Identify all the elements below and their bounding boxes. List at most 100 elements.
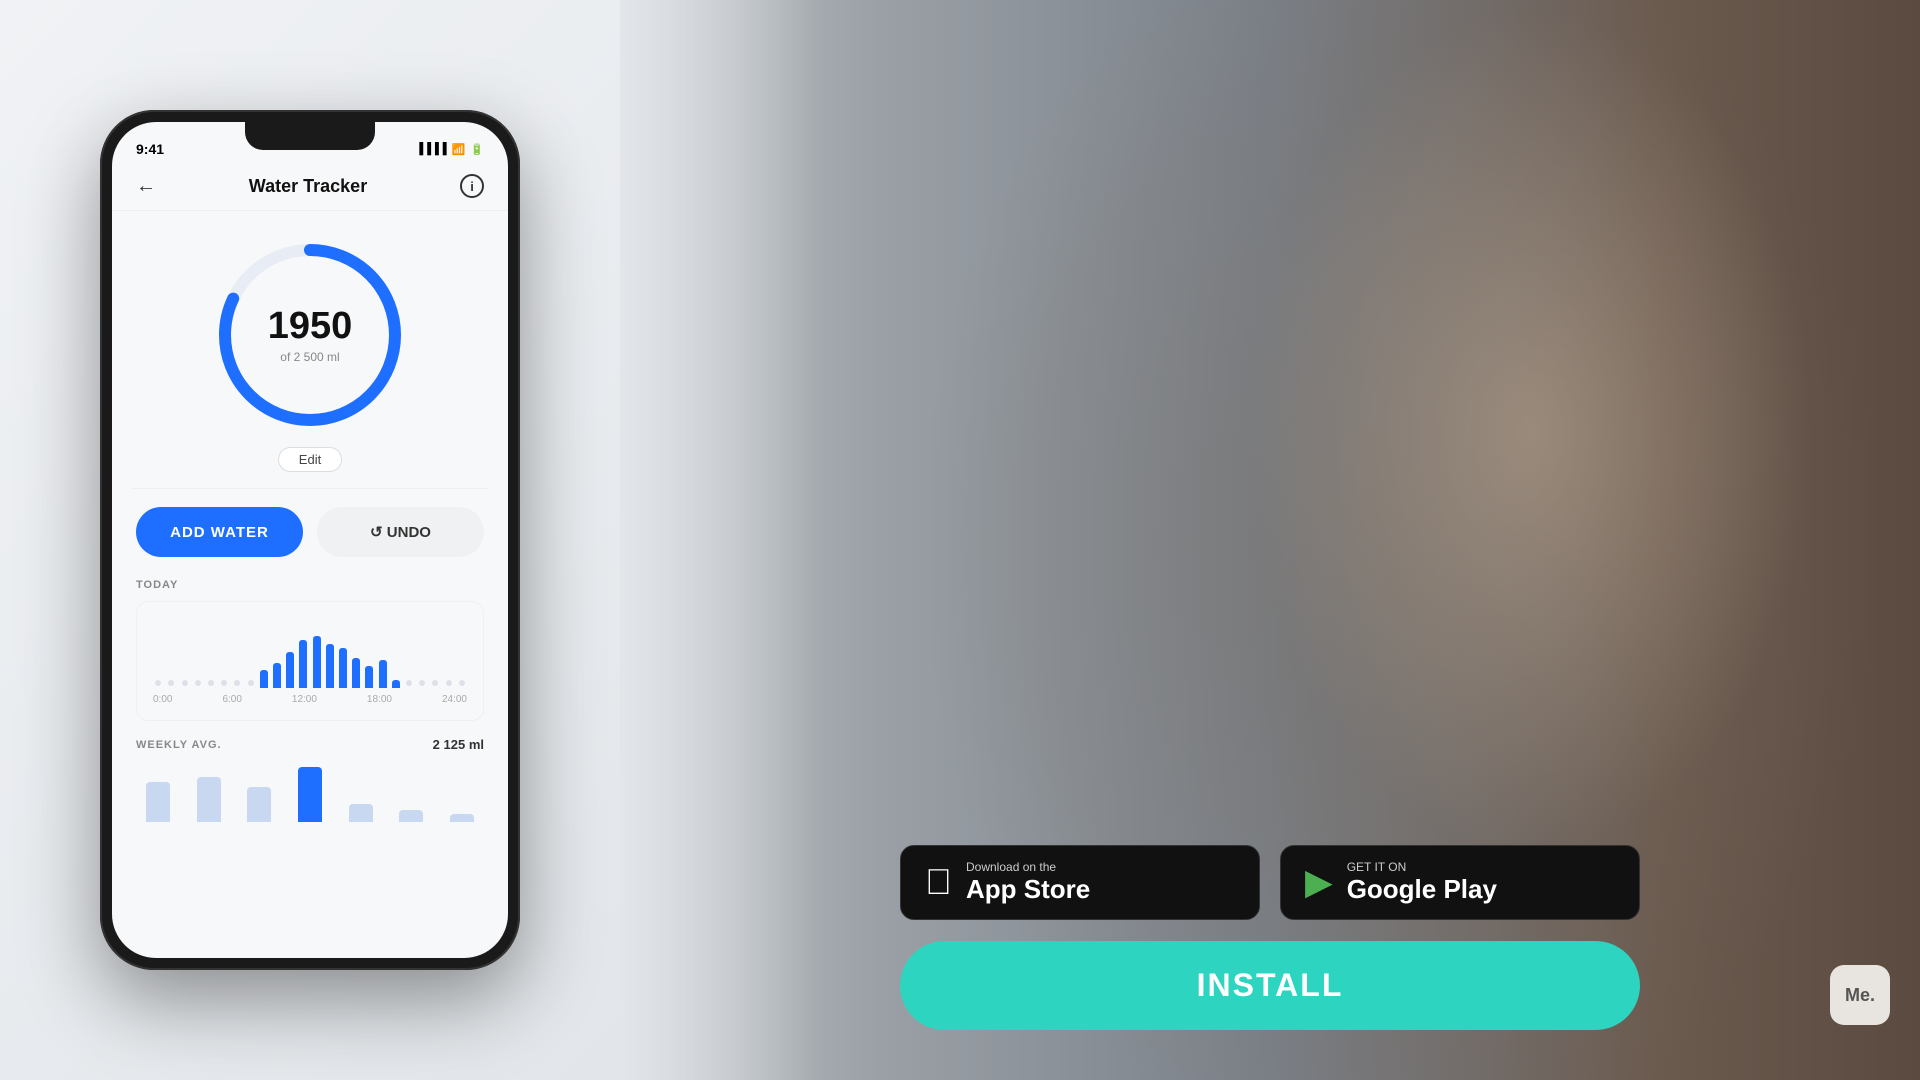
phone-frame: 9:41 ▐▐▐▐ 📶 🔋 ← Water Tracker i — [100, 110, 520, 970]
google-play-sub: GET IT ON — [1347, 860, 1497, 874]
bar-empty — [459, 680, 465, 686]
weekly-bar-slot — [439, 762, 484, 822]
status-time: 9:41 — [136, 141, 164, 157]
app-store-sub: Download on the — [966, 860, 1090, 874]
left-panel: 9:41 ▐▐▐▐ 📶 🔋 ← Water Tracker i — [0, 0, 620, 1080]
bar-empty — [208, 680, 214, 686]
google-play-button[interactable]: ▶ GET IT ON Google Play — [1280, 845, 1640, 920]
battery-icon: 🔋 — [470, 143, 484, 156]
app-store-button[interactable]:  Download on the App Store — [900, 845, 1260, 920]
chart-label-18: 18:00 — [367, 694, 392, 705]
bar-empty — [182, 680, 188, 686]
today-chart: 0:00 6:00 12:00 18:00 24:00 — [136, 601, 484, 721]
edit-button[interactable]: Edit — [278, 447, 342, 472]
phone-notch — [245, 122, 375, 150]
install-button[interactable]: INSTALL — [900, 941, 1640, 1030]
action-buttons: ADD WATER ↺ UNDO — [112, 489, 508, 575]
today-label: TODAY — [136, 579, 484, 591]
bar-filled — [365, 666, 373, 688]
bar-slot — [232, 618, 242, 688]
weekly-bar-slot — [338, 762, 383, 822]
circle-text: 1950 of 2 500 ml — [268, 306, 353, 364]
bar-slot — [404, 618, 414, 688]
info-button[interactable]: i — [460, 174, 484, 198]
app-header: ← Water Tracker i — [112, 166, 508, 211]
chart-label-6: 6:00 — [222, 694, 241, 705]
status-icons: ▐▐▐▐ 📶 🔋 — [415, 143, 484, 156]
bar-slot — [311, 618, 321, 688]
bar-empty — [168, 680, 174, 686]
water-current-value: 1950 — [268, 306, 353, 348]
weekly-bar — [146, 782, 170, 822]
bar-slot — [417, 618, 427, 688]
bar-slot — [285, 618, 295, 688]
weekly-avg-value: 2 125 ml — [433, 737, 484, 752]
water-goal-label: of 2 500 ml — [268, 350, 353, 364]
bar-slot — [206, 618, 216, 688]
back-button[interactable]: ← — [136, 175, 156, 198]
app-store-text: Download on the App Store — [966, 860, 1090, 905]
bar-filled — [313, 636, 321, 688]
weekly-bar-slot — [288, 762, 333, 822]
google-play-name: Google Play — [1347, 874, 1497, 905]
install-btn-area: INSTALL — [900, 941, 1640, 1030]
me-badge: Me. — [1830, 965, 1890, 1025]
bar-slot — [351, 618, 361, 688]
chart-labels: 0:00 6:00 12:00 18:00 24:00 — [149, 688, 471, 705]
bar-empty — [195, 680, 201, 686]
bar-slot — [430, 618, 440, 688]
weekly-header: WEEKLY AVG. 2 125 ml — [136, 737, 484, 752]
apple-icon:  — [925, 861, 952, 903]
right-panel:  Download on the App Store ▶ GET IT ON … — [620, 0, 1920, 1080]
signal-icon: ▐▐▐▐ — [415, 143, 446, 155]
bar-slot — [259, 618, 269, 688]
google-play-icon: ▶ — [1305, 861, 1333, 903]
weekly-bar — [197, 777, 221, 822]
bar-filled — [379, 660, 387, 688]
weekly-bar — [399, 810, 423, 822]
bar-filled — [326, 644, 334, 688]
bar-slot — [153, 618, 163, 688]
undo-button[interactable]: ↺ UNDO — [317, 507, 484, 557]
phone-mockup: 9:41 ▐▐▐▐ 📶 🔋 ← Water Tracker i — [100, 110, 520, 970]
store-buttons-area:  Download on the App Store ▶ GET IT ON … — [900, 845, 1640, 920]
bar-filled — [352, 658, 360, 688]
bar-slot — [298, 618, 308, 688]
bar-slot — [193, 618, 203, 688]
weekly-bar-slot — [136, 762, 181, 822]
wifi-icon: 📶 — [452, 143, 466, 156]
bar-filled — [339, 648, 347, 688]
bar-empty — [419, 680, 425, 686]
bar-slot — [364, 618, 374, 688]
water-progress-circle: 1950 of 2 500 ml — [210, 235, 410, 435]
bar-empty — [155, 680, 161, 686]
today-section: TODAY — [112, 575, 508, 733]
bar-slot — [443, 618, 453, 688]
bar-filled — [299, 640, 307, 688]
bar-slot — [179, 618, 189, 688]
weekly-bar-slot — [237, 762, 282, 822]
weekly-bar — [349, 804, 373, 822]
bar-filled — [286, 652, 294, 688]
bar-slot — [457, 618, 467, 688]
bar-empty — [432, 680, 438, 686]
bar-slot — [272, 618, 282, 688]
bar-slot — [338, 618, 348, 688]
app-store-name: App Store — [966, 874, 1090, 905]
add-water-button[interactable]: ADD WATER — [136, 507, 303, 557]
weekly-section: WEEKLY AVG. 2 125 ml — [112, 733, 508, 834]
google-play-text: GET IT ON Google Play — [1347, 860, 1497, 905]
screen-title: Water Tracker — [249, 176, 367, 197]
weekly-bars — [136, 762, 484, 822]
weekly-avg-label: WEEKLY AVG. — [136, 739, 222, 751]
bar-slot — [245, 618, 255, 688]
bar-empty — [234, 680, 240, 686]
bar-filled — [392, 680, 400, 688]
bar-empty — [221, 680, 227, 686]
phone-screen: 9:41 ▐▐▐▐ 📶 🔋 ← Water Tracker i — [112, 122, 508, 958]
chart-label-0: 0:00 — [153, 694, 172, 705]
bar-slot — [166, 618, 176, 688]
bar-slot — [377, 618, 387, 688]
bar-slot — [219, 618, 229, 688]
bar-empty — [446, 680, 452, 686]
